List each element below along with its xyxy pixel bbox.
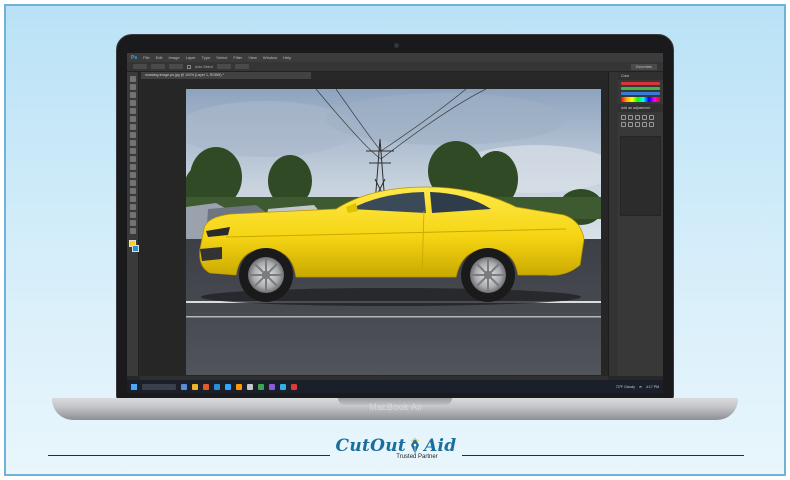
blue-slider[interactable]: [621, 92, 660, 95]
layers-panel[interactable]: [620, 136, 661, 216]
menu-file[interactable]: File: [143, 55, 149, 60]
menu-window[interactable]: Window: [263, 55, 277, 60]
exposure-icon[interactable]: [642, 115, 647, 120]
menu-edit[interactable]: Edit: [156, 55, 163, 60]
marquee-tool-icon[interactable]: [129, 84, 136, 90]
brand-logo: CutOut Aid Trusted Partner: [330, 436, 462, 474]
lasso-tool-icon[interactable]: [129, 92, 136, 98]
move-tool-icon[interactable]: [129, 76, 136, 82]
right-panels: Color Add an adjustment: [618, 72, 663, 376]
dodge-tool-icon[interactable]: [129, 180, 136, 186]
zoom-tool-icon[interactable]: [129, 228, 136, 234]
path-select-tool-icon[interactable]: [129, 204, 136, 210]
wifi-icon[interactable]: ≋: [639, 385, 642, 389]
chat-icon[interactable]: [269, 383, 275, 390]
color-panel-title[interactable]: Color: [618, 72, 663, 80]
blur-tool-icon[interactable]: [129, 172, 136, 178]
shape-tool-icon[interactable]: [129, 212, 136, 218]
footer-divider-left: [48, 455, 330, 456]
hue-icon[interactable]: [621, 122, 626, 127]
transform-button[interactable]: [169, 64, 183, 69]
red-slider[interactable]: [621, 82, 660, 85]
green-slider[interactable]: [621, 87, 660, 90]
adjustments-panel-title: Add an adjustment: [618, 104, 663, 112]
car-photo[interactable]: [186, 89, 601, 375]
chrome-icon[interactable]: [258, 383, 264, 390]
menu-type[interactable]: Type: [202, 55, 211, 60]
crop-tool-icon[interactable]: [129, 108, 136, 114]
skype-icon[interactable]: [280, 383, 286, 390]
menu-layer[interactable]: Layer: [186, 55, 196, 60]
balance-icon[interactable]: [628, 122, 633, 127]
tools-panel: [127, 72, 139, 376]
photo-filter-icon[interactable]: [642, 122, 647, 127]
bw-icon[interactable]: [635, 122, 640, 127]
brand-name-right: Aid: [424, 436, 457, 456]
menu-help[interactable]: Help: [283, 55, 291, 60]
taskbar-search-input[interactable]: [142, 383, 176, 390]
hand-tool-icon[interactable]: [129, 220, 136, 226]
quick-select-tool-icon[interactable]: [129, 100, 136, 106]
pen-tool-icon[interactable]: [129, 188, 136, 194]
task-view-icon[interactable]: [181, 383, 187, 390]
windows-start-icon[interactable]: [131, 383, 137, 390]
browser-icon[interactable]: [203, 383, 209, 390]
levels-icon[interactable]: [628, 115, 633, 120]
adjustments-grid: [618, 112, 663, 130]
footer-divider-right: [462, 455, 744, 456]
vibrance-icon[interactable]: [649, 115, 654, 120]
menu-image[interactable]: Image: [168, 55, 179, 60]
workspace-button[interactable]: Essentials: [631, 64, 657, 70]
clock-label[interactable]: 4:17 PM: [646, 385, 659, 389]
stamp-tool-icon[interactable]: [129, 140, 136, 146]
align-button[interactable]: [217, 64, 232, 69]
document-tab[interactable]: mustang-image-ps.jpg @ 100% (Layer 1, RG…: [141, 72, 311, 79]
menu-filter[interactable]: Filter: [233, 55, 242, 60]
auto-select-checkbox[interactable]: [187, 64, 191, 69]
background-color-swatch[interactable]: [131, 245, 139, 252]
media-icon[interactable]: [291, 383, 297, 390]
channel-mixer-icon[interactable]: [649, 122, 654, 127]
camera-icon: [394, 43, 399, 48]
eraser-tool-icon[interactable]: [129, 156, 136, 162]
collapsed-panel-strip: [608, 72, 618, 376]
brand-name: CutOut Aid: [330, 436, 462, 456]
app-icon[interactable]: [247, 383, 253, 390]
menu-select[interactable]: Select: [216, 55, 227, 60]
brand-name-left: CutOut: [335, 436, 407, 456]
system-tray: 73°F Cloudy ≋ 4:17 PM: [616, 380, 659, 393]
brush-tool-icon[interactable]: [129, 132, 136, 138]
app-menubar: Ps File Edit Image Layer Type Select Fil…: [127, 53, 663, 62]
illustrator-taskbar-icon[interactable]: [236, 383, 242, 390]
windows-taskbar: [127, 380, 663, 393]
tool-preset-button[interactable]: [133, 64, 147, 69]
auto-select-label: Auto-Select: [195, 64, 214, 69]
weather-label[interactable]: 73°F Cloudy: [616, 385, 635, 389]
pen-nib-icon: [410, 438, 420, 454]
healing-tool-icon[interactable]: [129, 124, 136, 130]
eyedropper-tool-icon[interactable]: [129, 116, 136, 122]
color-spectrum[interactable]: [621, 97, 660, 102]
curves-icon[interactable]: [635, 115, 640, 120]
laptop-lid: Ps File Edit Image Layer Type Select Fil…: [116, 34, 674, 400]
laptop-screen: Ps File Edit Image Layer Type Select Fil…: [127, 53, 663, 393]
photoshop-taskbar-icon[interactable]: [225, 383, 231, 390]
gradient-tool-icon[interactable]: [129, 164, 136, 170]
brightness-icon[interactable]: [621, 115, 626, 120]
type-tool-icon[interactable]: [129, 196, 136, 202]
history-brush-tool-icon[interactable]: [129, 148, 136, 154]
mail-icon[interactable]: [214, 383, 220, 390]
file-explorer-icon[interactable]: [192, 383, 198, 390]
photoshop-logo-icon: Ps: [131, 54, 138, 61]
layer-mode-button[interactable]: [151, 64, 165, 69]
distribute-button[interactable]: [235, 64, 250, 69]
car-photo-image: [186, 89, 601, 375]
menu-view[interactable]: View: [248, 55, 257, 60]
options-bar: Auto-Select: [127, 62, 663, 72]
device-label: MacBook Air: [369, 402, 423, 412]
